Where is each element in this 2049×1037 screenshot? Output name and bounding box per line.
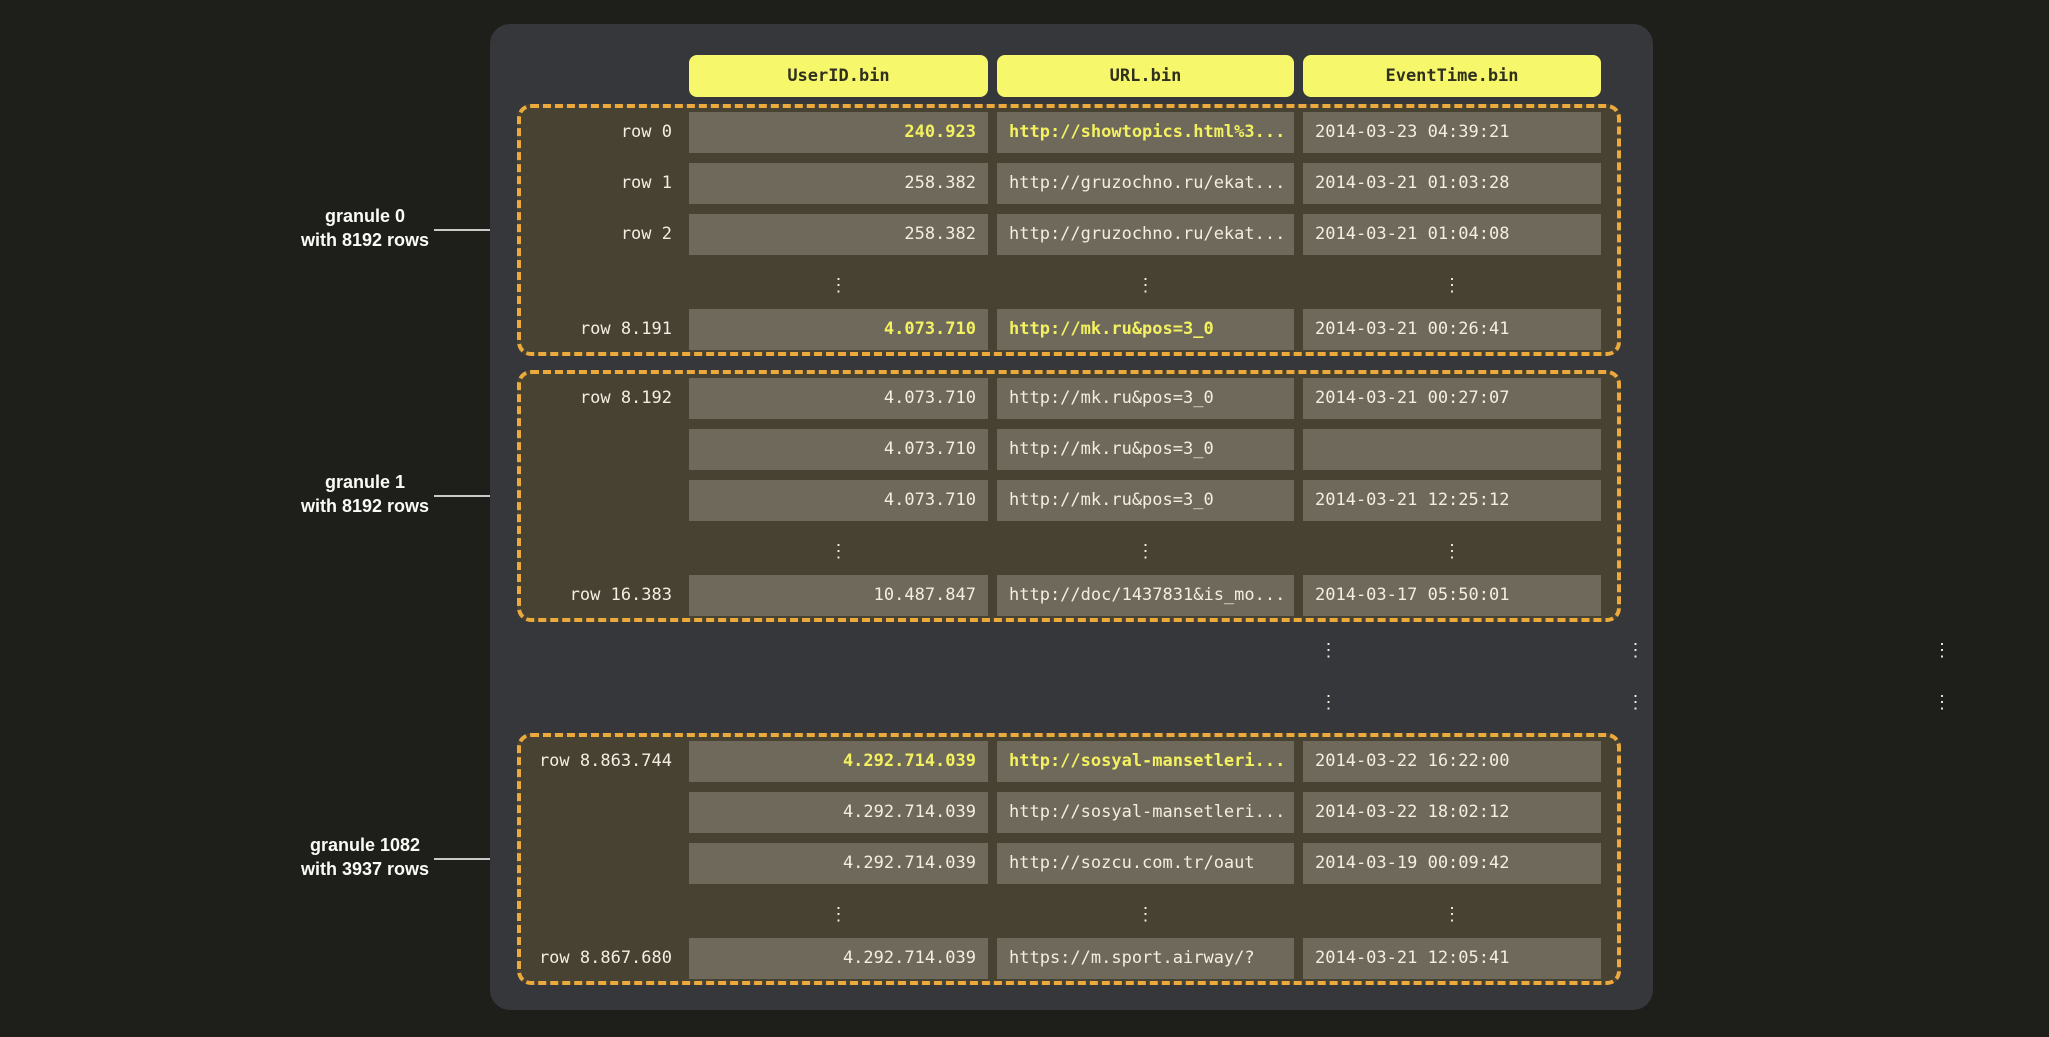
userid-cell: 4.292.714.039 [689,938,988,979]
column-files-panel: UserID.bin URL.bin EventTime.bin row 0 24… [490,24,1653,1010]
vertical-ellipsis: ⋮ [689,894,988,935]
granule-box-1: row 8.1924.073.710http://mk.ru&pos=3_020… [517,370,1621,622]
granule-label-line2: with 3937 rows [240,857,490,881]
granule-label-line1: granule 1 [240,470,490,494]
url-cell: http://sosyal-mansetleri... [997,792,1294,833]
vertical-ellipsis: ⋮ [1303,265,1601,306]
eventtime-cell: 2014-03-22 16:22:00 [1303,741,1601,782]
table-row: row 0 240.923http://showtopics.html%3...2… [521,112,1617,153]
userid-cell: 4.073.710 [689,378,988,419]
userid-cell: 4.292.714.039 [689,741,988,782]
url-cell: https://m.sport.airway/? [997,938,1294,979]
vertical-ellipsis: ⋮ [997,265,1294,306]
eventtime-cell: 2014-03-21 01:03:28 [1303,163,1601,204]
row-number-label: row 8.191 [521,309,672,350]
url-cell: http://doc/1437831&is_mo... [997,575,1294,616]
granule-label: granule 1082with 3937 rows [240,833,490,881]
url-cell: http://mk.ru&pos=3_0 [997,378,1294,419]
eventtime-cell [1303,429,1601,470]
vertical-ellipsis: ⋮ [997,531,1294,572]
eventtime-cell: 2014-03-21 12:25:12 [1303,480,1601,521]
table-row-ellipsis: ⋮⋮⋮ [521,265,1617,306]
granule-label-line1: granule 1082 [240,833,490,857]
table-row: 4.292.714.039http://sozcu.com.tr/oaut201… [521,843,1617,884]
between-granules-ellipsis-row: ⋮⋮⋮ [1011,682,2049,722]
granule-label-line2: with 8192 rows [240,228,490,252]
url-cell: http://mk.ru&pos=3_0 [997,480,1294,521]
table-row: 4.073.710http://mk.ru&pos=3_02014-03-21 … [521,480,1617,521]
table-row: row 1 258.382http://gruzochno.ru/ekat...2… [521,163,1617,204]
column-header-userid: UserID.bin [689,55,988,97]
row-number-label [521,480,672,521]
table-row: 4.292.714.039http://sosyal-mansetleri...… [521,792,1617,833]
granule-box-0: row 0240.923http://showtopics.html%3...2… [517,104,1621,356]
url-cell: http://sozcu.com.tr/oaut [997,843,1294,884]
vertical-ellipsis: ⋮ [1179,682,1478,723]
table-row-ellipsis: ⋮⋮⋮ [521,894,1617,935]
vertical-ellipsis: ⋮ [997,894,1294,935]
eventtime-cell: 2014-03-21 00:27:07 [1303,378,1601,419]
userid-cell: 4.292.714.039 [689,843,988,884]
eventtime-cell: 2014-03-19 00:09:42 [1303,843,1601,884]
row-number-label: row 16.383 [521,575,672,616]
table-row: 4.073.710http://mk.ru&pos=3_0 [521,429,1617,470]
userid-cell: 4.073.710 [689,480,988,521]
table-row: row 8.192 4.073.710http://mk.ru&pos=3_020… [521,378,1617,419]
url-cell: http://gruzochno.ru/ekat... [997,214,1294,255]
url-cell: http://gruzochno.ru/ekat... [997,163,1294,204]
vertical-ellipsis: ⋮ [1793,630,2049,671]
diagram-canvas: granule 0with 8192 rowsgranule 1with 819… [0,0,2049,1037]
granule-box-2: row 8.863.7444.292.714.039http://sosyal-… [517,733,1621,985]
table-row: row 16.383 10.487.847http://doc/1437831&i… [521,575,1617,616]
between-granules-ellipsis-row: ⋮⋮⋮ [1011,630,2049,670]
userid-cell: 258.382 [689,214,988,255]
granule-label-line1: granule 0 [240,204,490,228]
row-number-label: row 2 [521,214,672,255]
row-number-label: row 8.863.744 [521,741,672,782]
url-cell: http://showtopics.html%3... [997,112,1294,153]
vertical-ellipsis: ⋮ [689,265,988,306]
vertical-ellipsis: ⋮ [689,531,988,572]
granule-label: granule 1with 8192 rows [240,470,490,518]
eventtime-cell: 2014-03-23 04:39:21 [1303,112,1601,153]
vertical-ellipsis: ⋮ [1179,630,1478,671]
row-number-label: row 0 [521,112,672,153]
table-row: row 8.867.680 4.292.714.039https://m.spor… [521,938,1617,979]
url-cell: http://mk.ru&pos=3_0 [997,429,1294,470]
vertical-ellipsis: ⋮ [1487,630,1784,671]
url-cell: http://sosyal-mansetleri... [997,741,1294,782]
eventtime-cell: 2014-03-21 01:04:08 [1303,214,1601,255]
vertical-ellipsis: ⋮ [1303,531,1601,572]
userid-cell: 4.073.710 [689,309,988,350]
granule-label: granule 0with 8192 rows [240,204,490,252]
vertical-ellipsis: ⋮ [1487,682,1784,723]
row-number-label [521,429,672,470]
row-number-label: row 1 [521,163,672,204]
table-row-ellipsis: ⋮⋮⋮ [521,531,1617,572]
table-row: row 2 258.382http://gruzochno.ru/ekat...2… [521,214,1617,255]
table-row: row 8.863.744 4.292.714.039http://sosyal-… [521,741,1617,782]
userid-cell: 10.487.847 [689,575,988,616]
granule-label-line2: with 8192 rows [240,494,490,518]
url-cell: http://mk.ru&pos=3_0 [997,309,1294,350]
vertical-ellipsis: ⋮ [1303,894,1601,935]
row-number-label [521,792,672,833]
vertical-ellipsis: ⋮ [1793,682,2049,723]
eventtime-cell: 2014-03-21 12:05:41 [1303,938,1601,979]
row-number-label [521,843,672,884]
table-row: row 8.191 4.073.710http://mk.ru&pos=3_020… [521,309,1617,350]
row-number-label: row 8.867.680 [521,938,672,979]
userid-cell: 240.923 [689,112,988,153]
row-number-label: row 8.192 [521,378,672,419]
userid-cell: 258.382 [689,163,988,204]
userid-cell: 4.292.714.039 [689,792,988,833]
eventtime-cell: 2014-03-17 05:50:01 [1303,575,1601,616]
column-header-eventtime: EventTime.bin [1303,55,1601,97]
eventtime-cell: 2014-03-22 18:02:12 [1303,792,1601,833]
userid-cell: 4.073.710 [689,429,988,470]
column-header-url: URL.bin [997,55,1294,97]
eventtime-cell: 2014-03-21 00:26:41 [1303,309,1601,350]
